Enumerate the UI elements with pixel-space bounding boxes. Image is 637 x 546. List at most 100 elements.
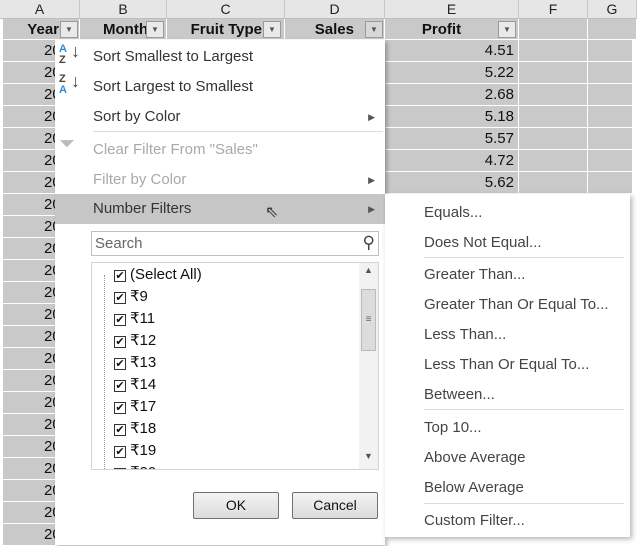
list-item[interactable]: ✔ ₹13	[114, 352, 156, 374]
number-filters-label: Number Filters	[93, 200, 192, 217]
list-item[interactable]: ✔ ₹18	[114, 418, 156, 440]
number-filters-item[interactable]: Number Filters ⇖ ▶	[55, 194, 385, 224]
cell-g[interactable]	[588, 84, 633, 106]
filter-dropdown-year[interactable]: ▼	[60, 21, 78, 38]
mouse-cursor-icon: ⇖	[265, 204, 279, 221]
filter-dropdown-month[interactable]: ▼	[146, 21, 164, 38]
checkbox-checked-icon[interactable]: ✔	[114, 336, 126, 348]
column-header-a[interactable]: A	[0, 0, 80, 19]
submenu-arrow-icon: ▶	[368, 175, 375, 185]
cell-g[interactable]	[588, 128, 633, 150]
list-item[interactable]: ✔ ₹14	[114, 374, 156, 396]
cell-f[interactable]	[519, 106, 588, 128]
column-header-e[interactable]: E	[385, 0, 519, 19]
cell-f[interactable]	[519, 150, 588, 172]
submenu-item[interactable]: Above Average	[424, 448, 525, 468]
list-item-label: ₹11	[130, 310, 156, 327]
checkbox-checked-icon[interactable]: ✔	[114, 292, 126, 304]
list-item[interactable]: ✔ ₹17	[114, 396, 156, 418]
checkbox-checked-icon[interactable]: ✔	[114, 270, 126, 282]
scroll-down-icon[interactable]: ▼	[364, 451, 373, 461]
separator	[424, 409, 624, 410]
filter-dropdown-sales[interactable]: ▼	[365, 21, 383, 38]
list-item[interactable]: ✔ ₹11	[114, 308, 155, 330]
cell-profit[interactable]: 5.62	[385, 172, 519, 194]
cell-g[interactable]	[588, 40, 633, 62]
cell-profit[interactable]: 5.18	[385, 106, 519, 128]
list-item[interactable]: ✔ (Select All)	[114, 264, 202, 286]
cell-g[interactable]	[588, 106, 633, 128]
cell-profit[interactable]: 4.51	[385, 40, 519, 62]
column-header-b[interactable]: B	[80, 0, 167, 19]
column-header-f[interactable]: F	[519, 0, 588, 19]
sort-desc-item[interactable]: Z A ↓ Sort Largest to Smallest	[55, 72, 385, 102]
submenu-item[interactable]: Less Than...	[424, 325, 506, 345]
checkbox-checked-icon[interactable]: ✔	[114, 358, 126, 370]
cell-value: 5.18	[484, 108, 514, 125]
sort-a-z-icon: A Z ↓	[59, 41, 80, 66]
list-item[interactable]: ✔ ₹12	[114, 330, 156, 352]
cell-value: 5.57	[484, 130, 514, 147]
filter-dropdown-fruit[interactable]: ▼	[263, 21, 281, 38]
cell-g[interactable]	[588, 150, 633, 172]
submenu-item[interactable]: Equals...	[424, 203, 482, 223]
checkbox-checked-icon[interactable]: ✔	[114, 380, 126, 392]
column-header-c[interactable]: C	[167, 0, 285, 19]
cell-f[interactable]	[519, 40, 588, 62]
cell-f[interactable]	[519, 84, 588, 106]
sort-asc-item[interactable]: A Z ↓ Sort Smallest to Largest	[55, 42, 385, 72]
column-header-g[interactable]: G	[588, 0, 637, 19]
header-profit-label: Profit	[421, 21, 462, 38]
clear-filter-label: Clear Filter From "Sales"	[93, 141, 258, 158]
filter-by-color-label: Filter by Color	[93, 171, 187, 188]
cell-value: 4.51	[484, 42, 514, 59]
sort-z-a-icon: Z A ↓	[59, 71, 80, 96]
submenu-item[interactable]: Custom Filter...	[424, 511, 525, 531]
checkbox-checked-icon[interactable]: ✔	[114, 314, 126, 326]
cell-value: 5.22	[484, 64, 514, 81]
submenu-item[interactable]: Between...	[424, 385, 495, 405]
cell-profit[interactable]: 5.57	[385, 128, 519, 150]
cell-f[interactable]	[519, 128, 588, 150]
cell-profit[interactable]: 2.68	[385, 84, 519, 106]
cell-profit[interactable]: 4.72	[385, 150, 519, 172]
search-input[interactable]: Search ⚲	[91, 231, 379, 256]
separator	[424, 257, 624, 258]
list-item-label: ₹14	[130, 376, 157, 393]
cell-g-header[interactable]	[588, 19, 637, 40]
list-item[interactable]: ✔ ₹19	[114, 440, 156, 462]
list-item-label: ₹12	[130, 332, 157, 349]
cell-value: 5.62	[484, 174, 514, 191]
cell-profit[interactable]: 5.22	[385, 62, 519, 84]
checkbox-checked-icon[interactable]: ✔	[114, 468, 126, 469]
checkbox-checked-icon[interactable]: ✔	[114, 402, 126, 414]
ok-button[interactable]: OK	[193, 492, 279, 519]
submenu-item[interactable]: Below Average	[424, 478, 524, 498]
checkbox-checked-icon[interactable]: ✔	[114, 446, 126, 458]
cell-f[interactable]	[519, 172, 588, 194]
cell-g[interactable]	[588, 172, 633, 194]
list-item-label: (Select All)	[130, 266, 202, 283]
value-list: ✔ (Select All) ✔ ₹9 ✔ ₹11 ✔ ₹12 ✔ ₹13 ✔ ₹14 ✔ ₹17 ✔ ₹18…	[91, 262, 379, 470]
filter-dropdown-profit[interactable]: ▼	[498, 21, 516, 38]
submenu-item[interactable]: Greater Than Or Equal To...	[424, 295, 609, 315]
list-item-label: ₹9	[130, 288, 148, 305]
scroll-up-icon[interactable]: ▲	[364, 265, 373, 275]
checkbox-checked-icon[interactable]: ✔	[114, 424, 126, 436]
cell-g[interactable]	[588, 62, 633, 84]
list-item[interactable]: ✔ ₹20	[114, 462, 156, 469]
submenu-item[interactable]: Does Not Equal...	[424, 233, 542, 253]
cancel-button[interactable]: Cancel	[292, 492, 378, 519]
cell-f-header[interactable]	[519, 19, 588, 40]
submenu-item[interactable]: Top 10...	[424, 418, 482, 438]
list-scrollbar[interactable]: ▲ ≡ ▼	[359, 263, 378, 469]
column-header-d[interactable]: D	[285, 0, 385, 19]
list-item-label: ₹20	[130, 464, 156, 469]
search-icon: ⚲	[362, 233, 375, 252]
submenu-item[interactable]: Less Than Or Equal To...	[424, 355, 589, 375]
list-item[interactable]: ✔ ₹9	[114, 286, 148, 308]
sort-by-color-item[interactable]: Sort by Color ▶	[55, 102, 385, 132]
scroll-thumb[interactable]: ≡	[361, 289, 376, 351]
submenu-item[interactable]: Greater Than...	[424, 265, 525, 285]
cell-f[interactable]	[519, 62, 588, 84]
